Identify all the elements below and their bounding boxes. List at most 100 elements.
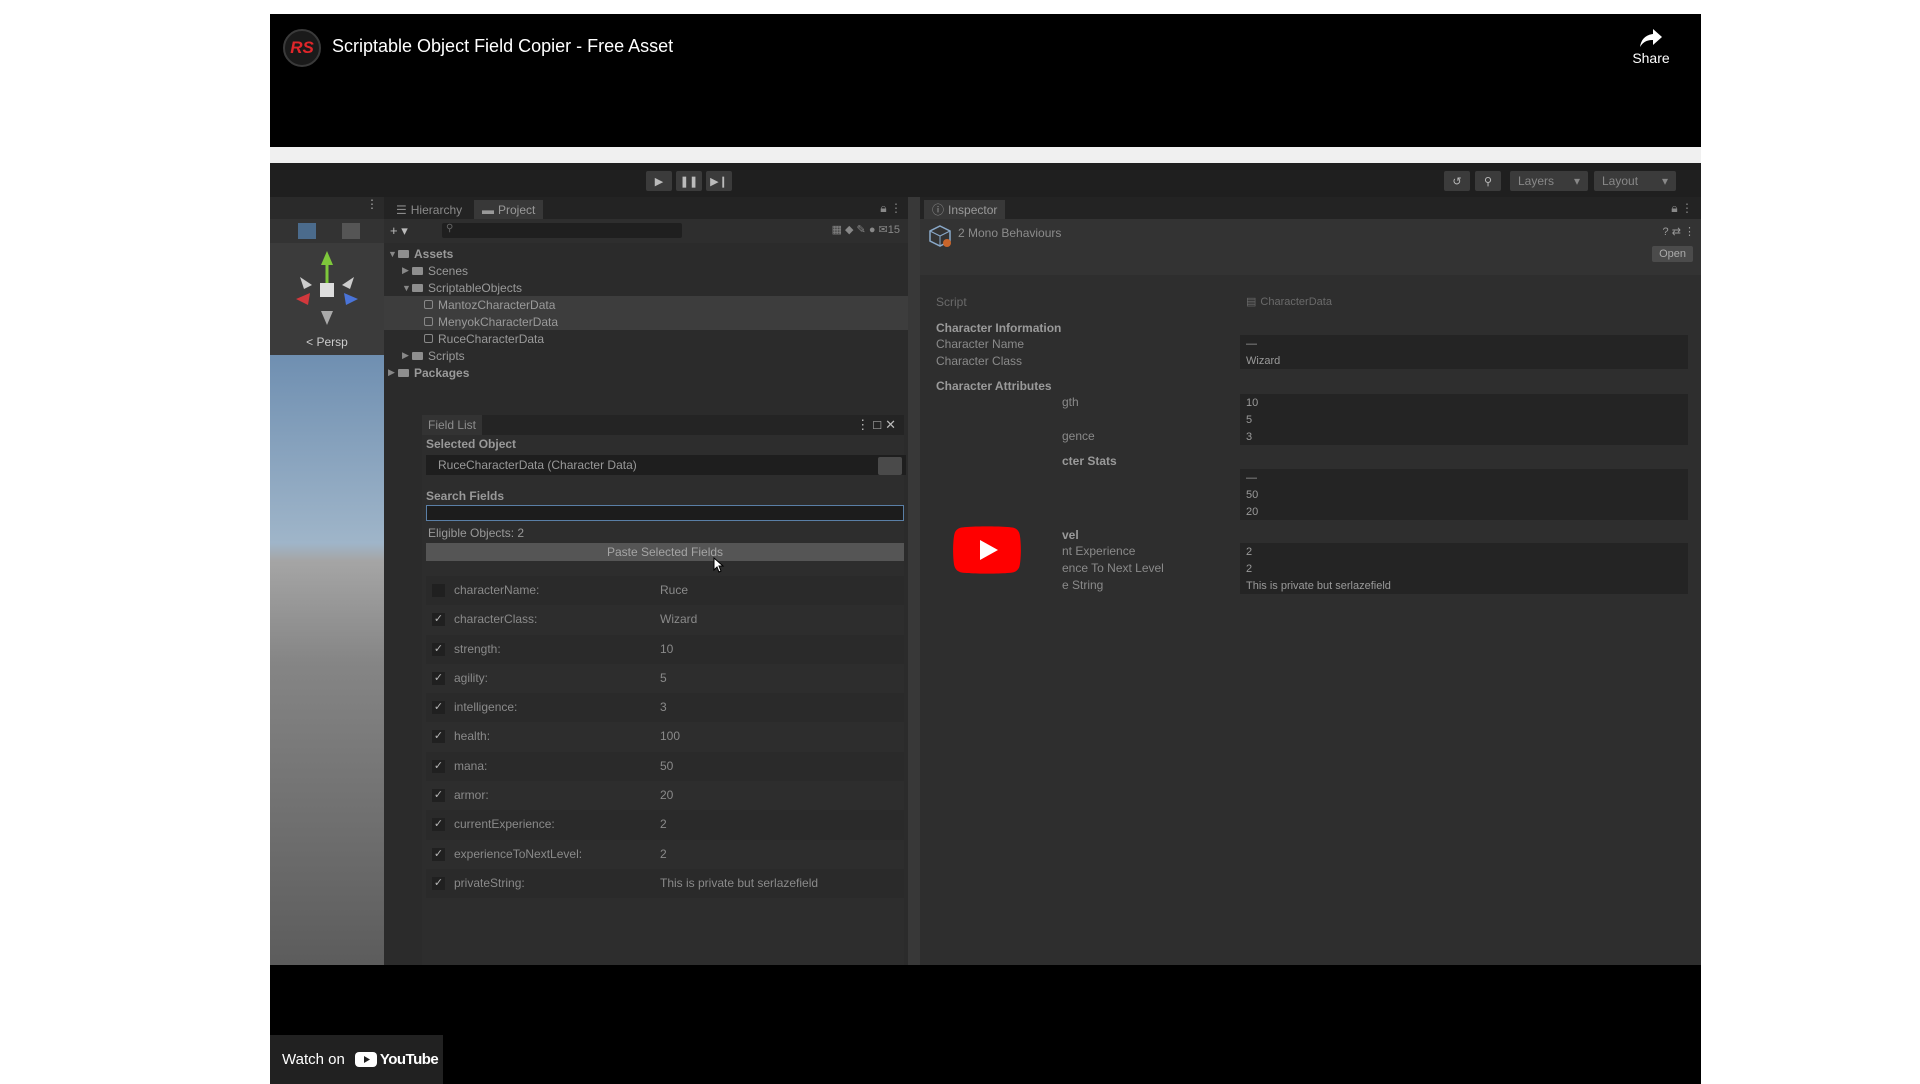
tree-item-ruce[interactable]: RuceCharacterData [384, 330, 908, 347]
persp-label[interactable]: < Persp [270, 335, 384, 349]
script-field: ▤ CharacterData [1240, 293, 1688, 310]
agility-field[interactable]: 5 [1240, 411, 1688, 428]
field-row[interactable]: ✓ mana: 50 [426, 751, 904, 782]
tree-item-scenes[interactable]: ▶ Scenes [384, 262, 908, 279]
field-checkbox-checked-icon[interactable]: ✓ [432, 847, 445, 861]
chevron-down-icon: ▾ [1573, 174, 1580, 188]
strength-field[interactable]: 10 [1240, 394, 1688, 411]
window-controls-icon[interactable]: ⋮□✕ [856, 417, 900, 433]
private-string-field[interactable]: This is private but serlazefield [1240, 577, 1688, 594]
search-icon[interactable]: ⚲ [1475, 171, 1501, 191]
inspector-header-icons[interactable]: ? ⇄ ⋮ [1663, 225, 1695, 238]
inspector-panel: ⓘ Inspector 🔒︎ ⋮ 2 Mono Behaviours ? ⇄ ⋮ … [920, 197, 1701, 965]
watch-on-label: Watch on [282, 1051, 345, 1068]
video-title[interactable]: Scriptable Object Field Copier - Free As… [332, 36, 673, 57]
tree-item-label: Packages [414, 365, 470, 380]
attributes-header: Character Attributes [936, 379, 1052, 393]
char-class-field[interactable]: Wizard [1240, 352, 1688, 369]
orientation-gizmo-icon[interactable] [284, 247, 370, 333]
tree-item-menyok[interactable]: MenyokCharacterData [384, 313, 908, 330]
field-checkbox-checked-icon[interactable]: ✓ [432, 818, 445, 832]
mana-field[interactable]: 50 [1240, 486, 1688, 503]
field-row[interactable]: ✓ agility: 5 [426, 664, 904, 693]
field-row[interactable]: ✓ characterClass: Wizard [426, 605, 904, 634]
search-fields-input[interactable] [426, 505, 904, 521]
next-level-field[interactable]: 2 [1240, 560, 1688, 577]
tree-item-assets[interactable]: ▼ Assets [384, 245, 908, 262]
tab-inspector-label: Inspector [948, 202, 998, 217]
tree-item-scriptableobjects[interactable]: ▼ ScriptableObjects [384, 279, 908, 296]
tree-item-packages[interactable]: ▶ Packages [384, 364, 908, 381]
private-string-label: e String [1062, 578, 1104, 592]
history-icon[interactable]: ↺ [1444, 171, 1470, 191]
tab-project[interactable]: ▬ Project [474, 200, 544, 219]
char-name-field[interactable]: — [1240, 335, 1688, 352]
field-checkbox-checked-icon[interactable]: ✓ [432, 789, 445, 803]
object-picker-icon[interactable] [878, 457, 902, 475]
layout-dropdown[interactable]: Layout ▾ [1594, 171, 1676, 191]
field-checkbox-checked-icon[interactable]: ✓ [432, 876, 445, 890]
field-row[interactable]: ✓ strength: 10 [426, 634, 904, 664]
field-checkbox-checked-icon[interactable]: ✓ [432, 642, 445, 656]
tab-inspector[interactable]: ⓘ Inspector [924, 200, 1006, 219]
paste-selected-fields-button[interactable]: Paste Selected Fields [426, 543, 904, 561]
step-button[interactable]: ▶❙ [706, 171, 732, 191]
cur-exp-field[interactable]: 2 [1240, 543, 1688, 560]
folder-icon: ▬ [482, 202, 494, 217]
field-row[interactable]: ✓ currentExperience: 2 [426, 810, 904, 840]
field-checkbox-checked-icon[interactable]: ✓ [432, 759, 445, 773]
field-row[interactable]: ✓ armor: 20 [426, 781, 904, 810]
project-filter-icons[interactable]: ▦ ◆ ✎ ● ✉15 [832, 223, 900, 236]
create-button[interactable]: + ▾ [390, 223, 408, 239]
next-level-label: ence To Next Level [1062, 561, 1164, 575]
watch-on-youtube-button[interactable]: Watch on YouTube [270, 1035, 443, 1084]
tab-hierarchy[interactable]: ☰ Hierarchy [388, 200, 470, 219]
field-value: Wizard [660, 612, 698, 627]
youtube-embed[interactable]: RS Scriptable Object Field Copier - Free… [270, 14, 1701, 1084]
field-row[interactable]: ✓ intelligence: 3 [426, 693, 904, 723]
project-search-input[interactable]: ⚲ [442, 223, 682, 238]
play-video-button[interactable] [953, 526, 1021, 574]
scene-view[interactable]: < Persp [270, 243, 384, 965]
inspector-lock-icon[interactable]: 🔒︎ ⋮ [1671, 201, 1693, 216]
intelligence-label: gence [1062, 429, 1095, 443]
youtube-logo-icon: YouTube [354, 1051, 439, 1068]
intelligence-field[interactable]: 3 [1240, 428, 1688, 445]
grid-toggle-icon[interactable] [342, 223, 360, 239]
script-value: CharacterData [1260, 295, 1332, 308]
selected-object-field[interactable]: RuceCharacterData (Character Data) [426, 455, 906, 475]
info-icon: ⓘ [932, 203, 945, 217]
field-value: 50 [660, 758, 674, 773]
tree-item-scripts[interactable]: ▶ Scripts [384, 347, 908, 364]
field-list-tab[interactable]: Field List [422, 415, 483, 435]
char-class-label: Character Class [936, 354, 1023, 368]
field-row[interactable]: ✓ experienceToNextLevel: 2 [426, 840, 904, 869]
field-row[interactable]: ✓ privateString: This is private but serla… [426, 868, 904, 899]
gizmo-toggle-icon[interactable] [298, 223, 316, 239]
field-row[interactable]: ✓ health: 100 [426, 722, 904, 751]
scene-menu-icon[interactable]: ⋮ [270, 197, 384, 219]
share-button[interactable]: Share [1629, 28, 1673, 66]
health-field[interactable]: — [1240, 469, 1688, 486]
channel-avatar[interactable]: RS [283, 29, 321, 67]
layers-label: Layers [1518, 174, 1555, 188]
inspector-header-label: 2 Mono Behaviours [958, 226, 1062, 240]
field-checkbox[interactable] [432, 584, 445, 597]
stats-header: cter Stats [1062, 454, 1117, 468]
pause-button[interactable]: ❚❚ [676, 171, 702, 191]
char-name-label: Character Name [936, 337, 1025, 351]
field-checkbox-checked-icon[interactable]: ✓ [432, 671, 445, 685]
hierarchy-icon: ☰ [396, 202, 407, 217]
field-checkbox-checked-icon[interactable]: ✓ [432, 701, 445, 715]
field-checkbox-checked-icon[interactable]: ✓ [432, 730, 445, 744]
layers-dropdown[interactable]: Layers ▾ [1510, 171, 1588, 191]
lock-icon[interactable]: 🔒︎ ⋮ [880, 201, 902, 216]
field-row[interactable]: characterName: Ruce [426, 576, 904, 606]
tree-item-mantoz[interactable]: MantozCharacterData [384, 296, 908, 313]
play-mode-button[interactable]: ▶ [646, 171, 672, 191]
project-toolbar: + ▾ ⚲ ▦ ◆ ✎ ● ✉15 [384, 219, 908, 243]
field-checkbox-checked-icon[interactable]: ✓ [432, 613, 445, 627]
field-value: Ruce [660, 583, 689, 597]
open-button[interactable]: Open [1652, 246, 1693, 262]
armor-field[interactable]: 20 [1240, 503, 1688, 520]
